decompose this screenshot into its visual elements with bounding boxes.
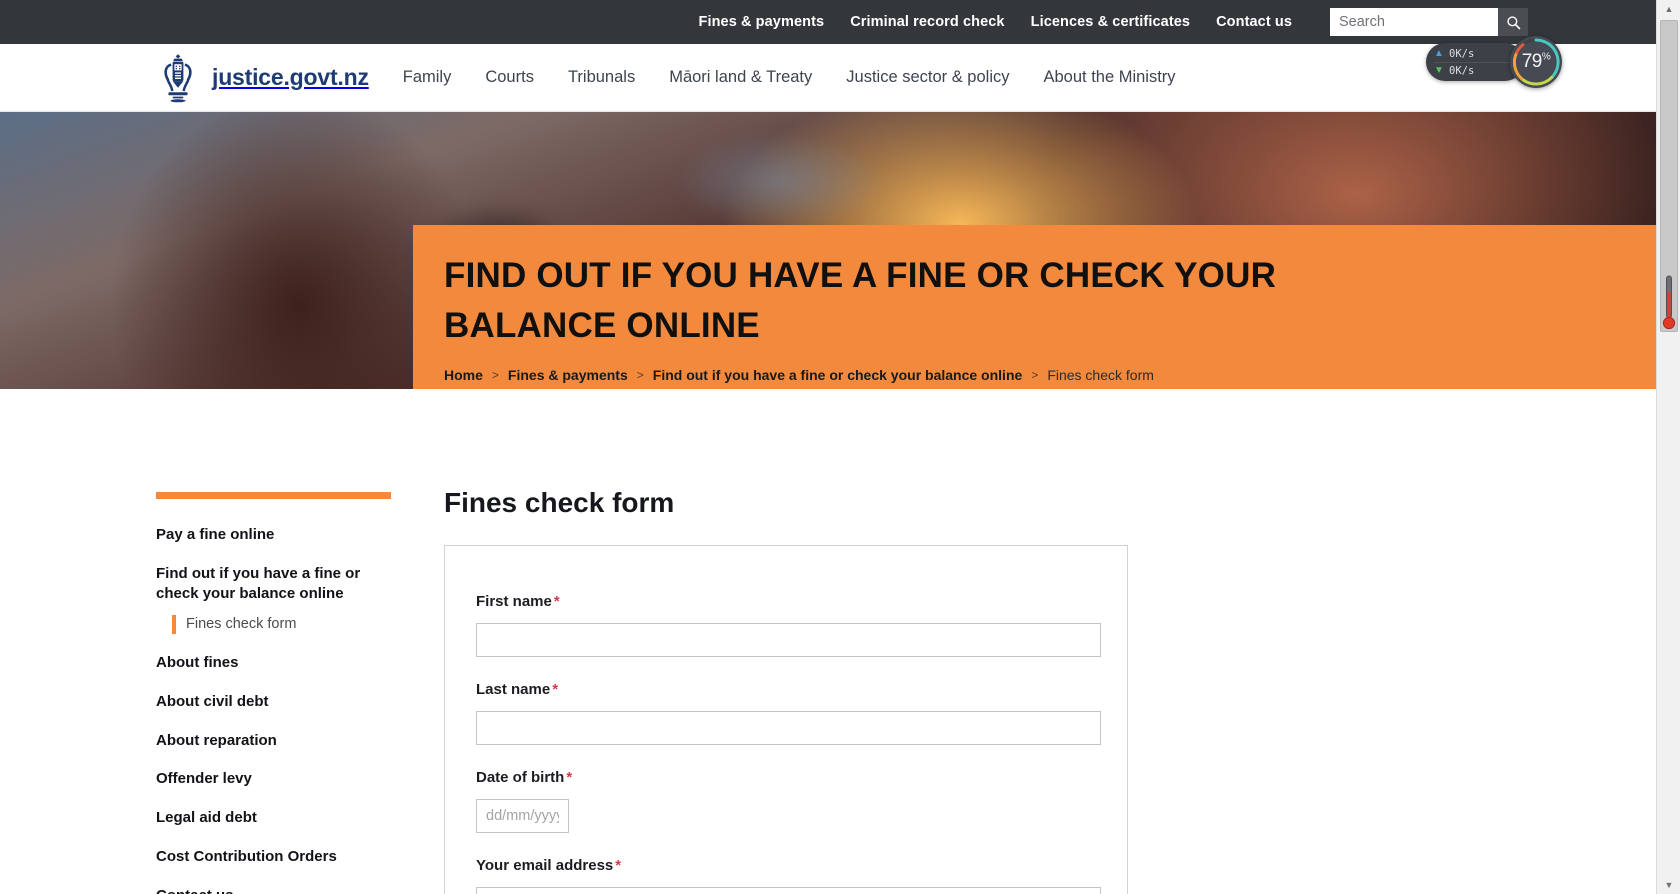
breadcrumb-item-current: Fines check form <box>1047 367 1154 384</box>
nz-coat-of-arms-icon <box>164 53 192 102</box>
nav-link-family[interactable]: Family <box>403 68 452 87</box>
utility-link-criminal-record-check[interactable]: Criminal record check <box>850 14 1004 30</box>
sidebar-item-fines-check-form[interactable]: Fines check form <box>172 614 413 634</box>
nav-link-courts[interactable]: Courts <box>485 68 534 87</box>
sidebar-item-offender-levy[interactable]: Offender levy <box>156 769 391 808</box>
label-first-name: First name * <box>476 593 1127 610</box>
breadcrumb-item-fines-payments[interactable]: Fines & payments <box>508 367 628 383</box>
sidebar-item-cost-contribution-orders[interactable]: Cost Contribution Orders <box>156 847 391 886</box>
nav-link-justice-sector-policy[interactable]: Justice sector & policy <box>846 68 1009 87</box>
utility-link-licences-certificates[interactable]: Licences & certificates <box>1031 14 1190 30</box>
breadcrumb-item-find-out-fine[interactable]: Find out if you have a fine or check you… <box>653 367 1023 383</box>
label-text-email-address: Your email address <box>476 857 614 874</box>
label-email-address: Your email address * <box>476 857 1127 874</box>
required-marker: * <box>615 857 622 874</box>
label-last-name: Last name * <box>476 681 1127 698</box>
thermometer-icon[interactable] <box>1662 274 1676 334</box>
first-name-input[interactable] <box>476 623 1101 657</box>
sidebar-item-legal-aid-debt[interactable]: Legal aid debt <box>156 808 391 847</box>
field-date-of-birth: Date of birth * <box>476 769 1127 833</box>
breadcrumb-separator-icon: > <box>1031 368 1039 383</box>
required-marker: * <box>553 593 560 610</box>
fines-check-form: First name* Last name* Date of birth* <box>444 545 1128 894</box>
label-text-last-name: Last name <box>476 681 551 698</box>
date-of-birth-input[interactable] <box>476 799 569 833</box>
sidebar: Pay a fine online Find out if you have a… <box>0 389 413 894</box>
sidebar-item-about-fines[interactable]: About fines <box>156 653 391 692</box>
site-logo-link[interactable]: justice.govt.nz <box>156 52 369 104</box>
nav-link-maori-land-treaty[interactable]: Māori land & Treaty <box>669 68 812 87</box>
search-icon <box>1506 15 1520 29</box>
page-title: Find out if you have a fine or check you… <box>444 256 1277 346</box>
required-marker: * <box>552 681 559 698</box>
page-scrollbar[interactable]: ▲ ▼ <box>1656 0 1680 894</box>
primary-nav-links: Family Courts Tribunals Māori land & Tre… <box>403 68 1176 87</box>
label-text-date-of-birth: Date of birth <box>476 769 565 786</box>
search-button[interactable] <box>1498 8 1528 36</box>
breadcrumb-separator-icon: > <box>636 368 644 383</box>
hero-panel: Find out if you have a fine or check you… <box>413 225 1656 389</box>
utility-bar: Fines & payments Criminal record check L… <box>0 0 1656 44</box>
breadcrumb: Home > Fines & payments > Find out if yo… <box>444 351 1656 389</box>
sidebar-item-about-reparation[interactable]: About reparation <box>156 731 391 770</box>
breadcrumb-separator-icon: > <box>491 368 499 383</box>
content-area: Pay a fine online Find out if you have a… <box>0 389 1656 894</box>
brand-name: justice.govt.nz <box>212 64 369 90</box>
last-name-input[interactable] <box>476 711 1101 745</box>
nav-link-tribunals[interactable]: Tribunals <box>568 68 635 87</box>
email-address-input[interactable] <box>476 887 1101 894</box>
utility-link-fines-payments[interactable]: Fines & payments <box>698 14 824 30</box>
scrollbar-up-arrow-icon[interactable]: ▲ <box>1657 0 1680 18</box>
breadcrumb-item-home[interactable]: Home <box>444 367 483 383</box>
utility-link-contact-us[interactable]: Contact us <box>1216 14 1292 30</box>
field-first-name: First name * <box>476 593 1127 657</box>
scrollbar-down-arrow-icon[interactable]: ▼ <box>1657 876 1680 894</box>
browser-viewport: Fines & payments Criminal record check L… <box>0 0 1680 894</box>
sidebar-item-contact-us[interactable]: Contact us <box>156 886 391 894</box>
search-area <box>1330 8 1528 36</box>
label-date-of-birth: Date of birth * <box>476 769 1127 786</box>
sidebar-nav: Pay a fine online Find out if you have a… <box>156 499 413 894</box>
sidebar-item-pay-a-fine-online[interactable]: Pay a fine online <box>156 525 391 564</box>
main-navigation: justice.govt.nz Family Courts Tribunals … <box>0 44 1656 112</box>
main-column: Fines check form First name * Last name * <box>413 389 1656 894</box>
sidebar-item-about-civil-debt[interactable]: About civil debt <box>156 692 391 731</box>
sidebar-top-rule <box>156 492 391 499</box>
hero-banner: Find out if you have a fine or check you… <box>0 112 1656 389</box>
label-text-first-name: First name <box>476 593 552 610</box>
page-content: Fines & payments Criminal record check L… <box>0 0 1656 894</box>
field-last-name: Last name * <box>476 681 1127 745</box>
search-input[interactable] <box>1330 8 1498 36</box>
form-heading: Fines check form <box>444 487 675 518</box>
required-marker: * <box>566 769 573 786</box>
nav-link-about-the-ministry[interactable]: About the Ministry <box>1044 68 1176 87</box>
field-email-address: Your email address * <box>476 857 1127 894</box>
